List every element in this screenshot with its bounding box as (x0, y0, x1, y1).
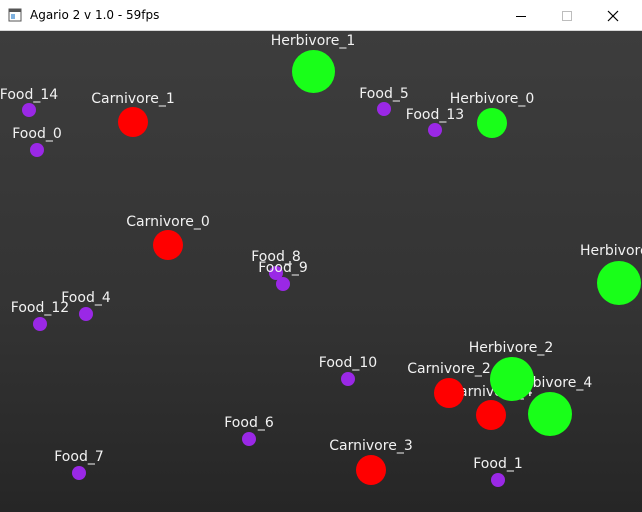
herbivore-0-label: Herbivore_0 (449, 91, 535, 107)
carnivore-0-label: Carnivore_0 (126, 214, 210, 230)
carnivore-2-blob (434, 378, 464, 408)
herbivore-0-blob (477, 108, 507, 138)
app-window-icon (8, 8, 22, 22)
title-bar[interactable]: Agario 2 v 1.0 - 59fps (0, 0, 642, 31)
food-10-blob (341, 372, 355, 386)
game-canvas[interactable]: Food_14 Food_0 Food_5 Food_13 Food_8 Foo… (0, 31, 642, 512)
herbivore-3-blob (597, 261, 641, 305)
food-14-blob (22, 103, 36, 117)
carnivore-3-blob (356, 455, 386, 485)
food-7-label: Food_7 (54, 449, 104, 465)
food-9-blob (276, 277, 290, 291)
minimize-icon (516, 15, 526, 17)
food-7-blob (72, 466, 86, 480)
herbivore-2-label: Herbivore_2 (468, 340, 554, 356)
food-6-label: Food_6 (224, 415, 274, 431)
food-5-blob (377, 102, 391, 116)
carnivore-2-label: Carnivore_2 (407, 361, 491, 377)
game-window: Agario 2 v 1.0 - 59fps Food_14 Food_0 Fo… (0, 0, 642, 512)
herbivore-2-blob (490, 357, 534, 401)
food-12-blob (33, 317, 47, 331)
carnivore-0-blob (153, 230, 183, 260)
food-4-blob (79, 307, 93, 321)
herbivore-3-label: Herbivore_3 (580, 243, 642, 259)
food-0-label: Food_0 (12, 126, 62, 142)
food-9-label: Food_9 (258, 260, 308, 276)
food-10-label: Food_10 (318, 355, 378, 371)
close-button[interactable] (590, 0, 636, 31)
window-title: Agario 2 v 1.0 - 59fps (30, 8, 160, 22)
herbivore-1-label: Herbivore_1 (270, 33, 356, 49)
maximize-button[interactable] (544, 0, 590, 31)
food-0-blob (30, 143, 44, 157)
carnivore-1-blob (118, 107, 148, 137)
minimize-button[interactable] (498, 0, 544, 31)
herbivore-1-blob (292, 50, 335, 93)
carnivore-1-label: Carnivore_1 (91, 91, 175, 107)
maximize-icon (562, 10, 572, 21)
food-13-blob (428, 123, 442, 137)
close-icon (607, 10, 619, 21)
carnivore-3-label: Carnivore_3 (329, 438, 413, 454)
carnivore-4-blob (476, 400, 506, 430)
food-6-blob (242, 432, 256, 446)
food-5-label: Food_5 (359, 86, 409, 102)
food-1-blob (491, 473, 505, 487)
food-13-label: Food_13 (405, 107, 465, 123)
food-12-label: Food_12 (10, 300, 70, 316)
food-1-label: Food_1 (473, 456, 523, 472)
food-14-label: Food_14 (0, 87, 59, 103)
herbivore-4-blob (528, 392, 572, 436)
